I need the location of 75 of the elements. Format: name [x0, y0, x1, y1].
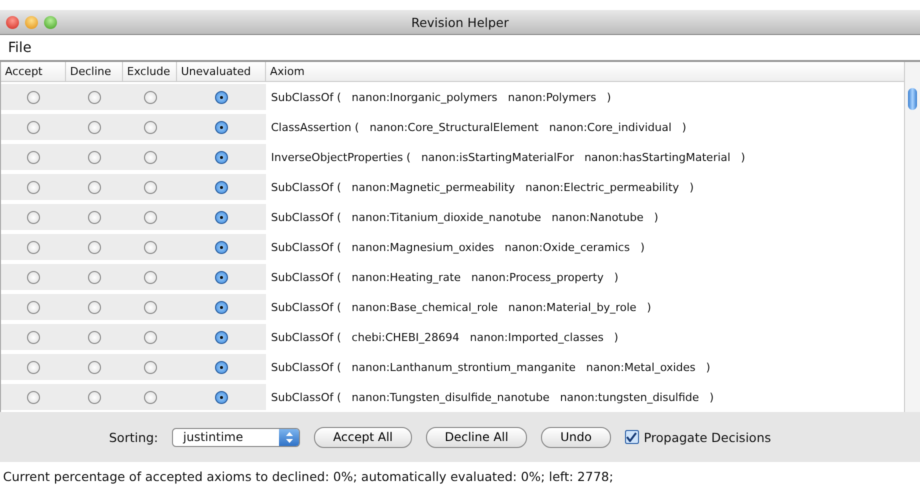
radio-button[interactable] [88, 270, 101, 284]
axiom-cell-text: SubClassOf ( chebi:CHEBI_28694 nanon:Imported_classes ) [270, 330, 618, 344]
radio-button[interactable] [215, 300, 228, 314]
radio-button[interactable] [215, 210, 228, 224]
menu-item[interactable]: File [8, 40, 32, 56]
propagate-label[interactable]: Propagate Decisions [644, 430, 772, 444]
radio-button[interactable] [27, 360, 40, 374]
radio-button[interactable] [27, 300, 40, 314]
radio-button[interactable] [215, 120, 228, 134]
axiom-cell-text: SubClassOf ( nanon:Heating_rate nanon:Process_property ) [270, 270, 618, 284]
radio-button[interactable] [144, 180, 156, 194]
column-header[interactable]: Axiom [266, 62, 904, 81]
radio-button[interactable] [144, 270, 156, 284]
radio-button[interactable] [88, 210, 101, 224]
radio-button[interactable] [144, 360, 156, 374]
scrollbar[interactable] [904, 62, 920, 412]
scroll-thumb[interactable] [908, 88, 917, 110]
stepper-arrows-icon [286, 432, 293, 442]
column-header[interactable]: Unevaluated [177, 62, 266, 81]
radio-button[interactable] [215, 150, 228, 164]
column-header[interactable]: Accept [1, 62, 66, 81]
radio-button[interactable] [27, 150, 40, 164]
radio-button[interactable] [27, 120, 40, 134]
radio-button[interactable] [27, 180, 40, 194]
radio-button[interactable] [88, 120, 101, 134]
axiom-cell-text: SubClassOf ( nanon:Base_chemical_role nanon:Material_by_role ) [270, 300, 652, 314]
action-button[interactable]: Accept All [314, 426, 412, 448]
radio-button[interactable] [27, 90, 40, 104]
radio-button[interactable] [88, 150, 101, 164]
radio-button[interactable] [88, 180, 101, 194]
radio-button[interactable] [27, 330, 40, 344]
action-button[interactable]: Decline All [426, 426, 528, 448]
radio-button[interactable] [88, 360, 101, 374]
radio-button[interactable] [27, 390, 40, 404]
radio-button[interactable] [144, 210, 156, 224]
column-header[interactable]: Decline [66, 62, 123, 81]
radio-button[interactable] [144, 300, 156, 314]
radio-button[interactable] [215, 360, 228, 374]
radio-button[interactable] [215, 390, 228, 404]
radio-button[interactable] [27, 240, 40, 254]
radio-button[interactable] [88, 90, 101, 104]
radio-button[interactable] [215, 90, 228, 104]
axiom-cell-text: SubClassOf ( nanon:Lanthanum_strontium_manganite nanon:Metal_oxides ) [270, 360, 710, 374]
axiom-cell-text: ClassAssertion ( nanon:Core_StructuralElement nanon:Core_individual ) [270, 120, 686, 134]
axiom-cell-text: SubClassOf ( nanon:Tungsten_disulfide_nanotube nanon:tungsten_disulfide ) [270, 390, 714, 404]
radio-button[interactable] [27, 210, 40, 224]
radio-button[interactable] [88, 240, 101, 254]
sorting-label: Sorting: [108, 430, 158, 444]
radio-button[interactable] [144, 150, 156, 164]
window-title: Revision Helper [411, 14, 509, 30]
action-button[interactable]: Undo [541, 426, 611, 448]
close-button[interactable] [6, 16, 19, 28]
radio-button[interactable] [144, 390, 156, 404]
radio-button[interactable] [88, 330, 101, 344]
propagate-checkbox[interactable] [624, 430, 639, 444]
axiom-cell-text: InverseObjectProperties ( nanon:isStartingMaterialFor nanon:hasStartingMaterial ) [270, 150, 746, 164]
radio-button[interactable] [144, 240, 156, 254]
axiom-cell-text: SubClassOf ( nanon:Titanium_dioxide_nanotube nanon:Nanotube ) [270, 210, 658, 224]
radio-button[interactable] [88, 390, 101, 404]
radio-button[interactable] [144, 120, 156, 134]
radio-button[interactable] [215, 180, 228, 194]
axiom-cell-text: SubClassOf ( nanon:Magnesium_oxides nanon:Oxide_ceramics ) [270, 240, 645, 254]
radio-button[interactable] [144, 90, 156, 104]
axiom-cell-text: SubClassOf ( nanon:Magnetic_permeability nanon:Electric_permeability ) [270, 180, 694, 194]
radio-button[interactable] [215, 330, 228, 344]
column-header[interactable]: Exclude [123, 62, 177, 81]
status-text: Current percentage of accepted axioms to declined: 0%; automatically evaluated: 0%; left: 2778; [3, 469, 614, 484]
zoom-button[interactable] [44, 16, 57, 28]
radio-button[interactable] [215, 270, 228, 284]
radio-button[interactable] [215, 240, 228, 254]
axiom-cell-text: SubClassOf ( nanon:Inorganic_polymers nanon:Polymers ) [270, 90, 612, 104]
radio-button[interactable] [27, 270, 40, 284]
radio-button[interactable] [88, 300, 101, 314]
radio-button[interactable] [144, 330, 156, 344]
sorting-dropdown[interactable]: justintime [172, 428, 300, 446]
